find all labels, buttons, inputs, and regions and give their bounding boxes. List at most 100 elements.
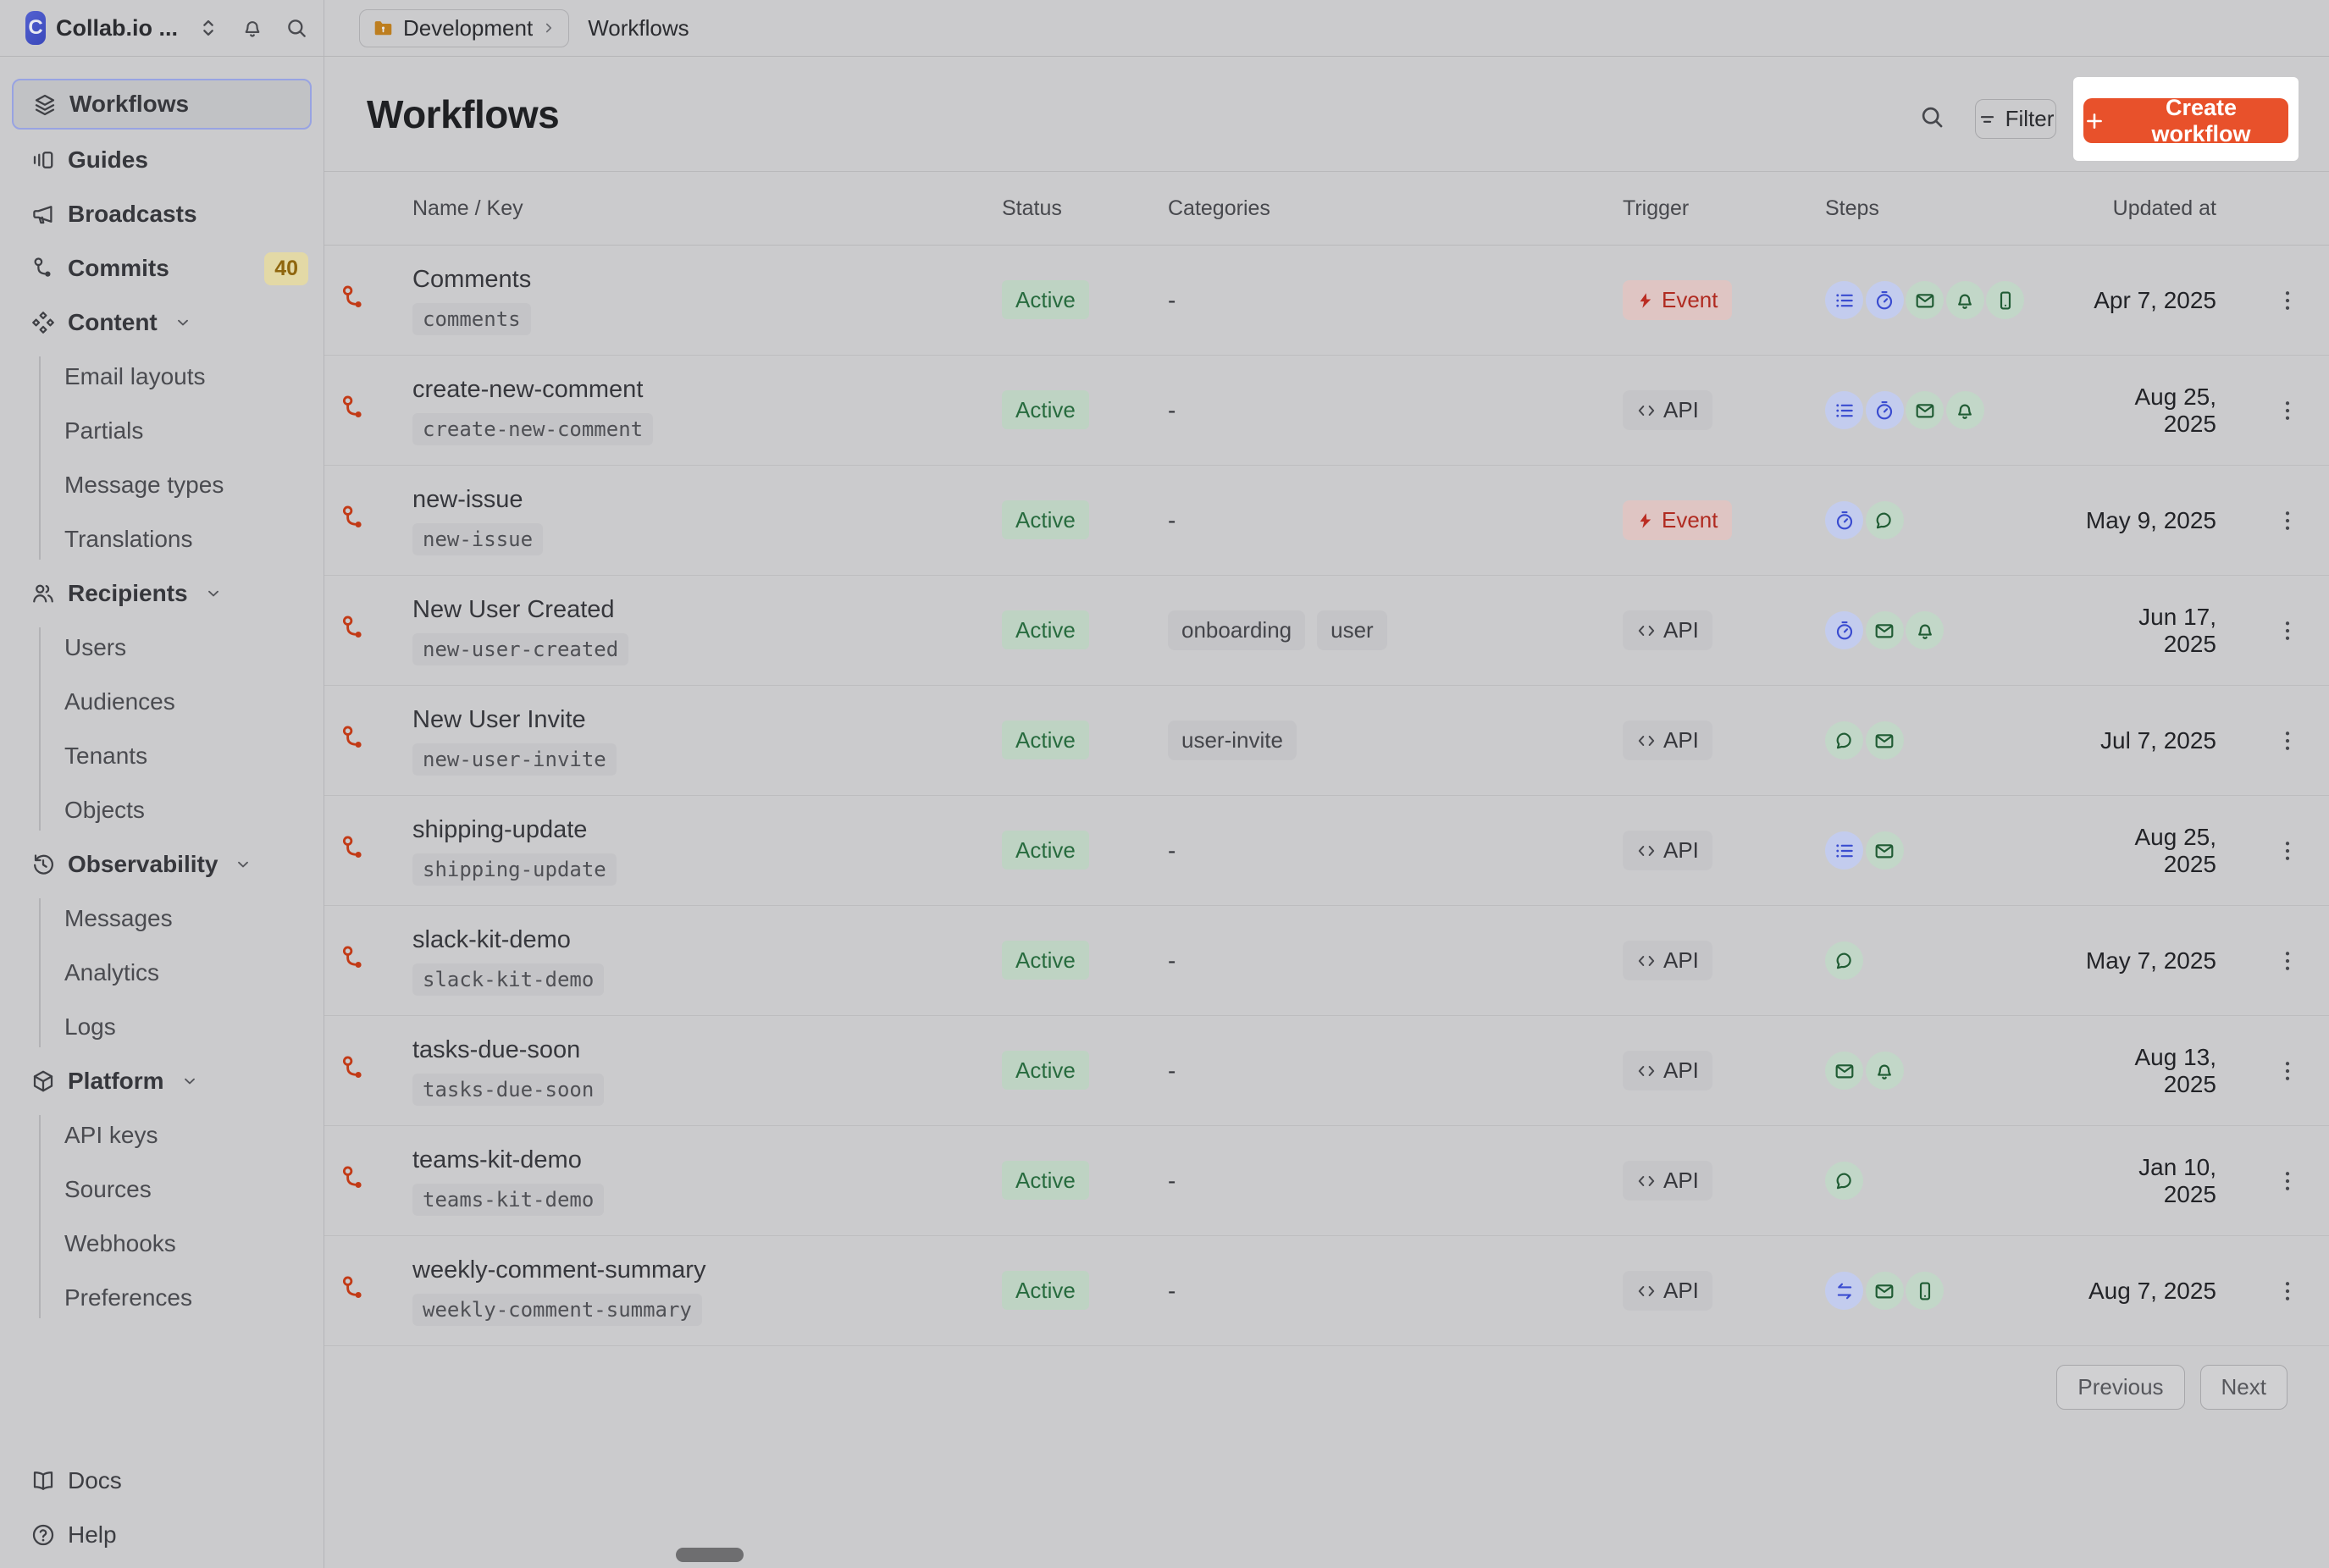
sidebar-item-users[interactable]: Users <box>0 621 324 675</box>
sidebar-item-help[interactable]: Help <box>0 1508 324 1562</box>
workflow-name: shipping-update <box>412 816 587 844</box>
sidebar-item-recipients[interactable]: Recipients <box>0 566 324 621</box>
sidebar-item-content[interactable]: Content <box>0 295 324 350</box>
row-menu-button[interactable] <box>2271 1273 2304 1310</box>
sidebar-item-observability[interactable]: Observability <box>0 837 324 892</box>
status-badge: Active <box>1002 941 1089 980</box>
sidebar-subgroup-recipients: UsersAudiencesTenantsObjects <box>0 621 324 837</box>
sidebar-item-docs[interactable]: Docs <box>0 1454 324 1508</box>
updated-at: Jun 17, 2025 <box>2084 604 2216 658</box>
sidebar-item-logs[interactable]: Logs <box>0 1000 324 1054</box>
code-icon <box>1636 841 1657 861</box>
sidebar-item-webhooks[interactable]: Webhooks <box>0 1217 324 1271</box>
email-icon <box>1873 620 1895 642</box>
create-workflow-button[interactable]: Create workflow <box>2083 98 2288 143</box>
workflow-row[interactable]: shipping-update shipping-update Active -… <box>324 796 2329 906</box>
workflow-key: shipping-update <box>412 853 617 886</box>
workflow-name: slack-kit-demo <box>412 926 571 954</box>
row-menu-button[interactable] <box>2271 722 2304 759</box>
workflow-row[interactable]: teams-kit-demo teams-kit-demo Active - A… <box>324 1126 2329 1236</box>
sidebar-item-api-keys[interactable]: API keys <box>0 1108 324 1162</box>
page-header: Workflows Filter Create workflow <box>324 57 2329 171</box>
workflow-row[interactable]: new-issue new-issue Active - Event May 9… <box>324 466 2329 576</box>
sidebar-item-partials[interactable]: Partials <box>0 404 324 458</box>
sidebar-item-workflows[interactable]: Workflows <box>12 79 312 130</box>
column-header-trigger: Trigger <box>1623 196 1825 221</box>
sidebar-item-audiences[interactable]: Audiences <box>0 675 324 729</box>
categories-cell: - <box>1168 397 1623 424</box>
breadcrumb-environment[interactable]: Development <box>359 9 569 47</box>
status-badge: Active <box>1002 831 1089 870</box>
search-icon[interactable] <box>285 16 308 40</box>
kebab-icon <box>2275 1168 2300 1194</box>
previous-button[interactable]: Previous <box>2056 1365 2184 1410</box>
next-button[interactable]: Next <box>2200 1365 2288 1410</box>
workflow-icon <box>339 944 368 973</box>
sidebar-item-platform[interactable]: Platform <box>0 1054 324 1108</box>
categories-empty: - <box>1168 1278 1176 1305</box>
row-menu-button[interactable] <box>2271 502 2304 539</box>
sidebar-item-label: Platform <box>68 1068 164 1095</box>
table-body: Comments comments Active - Event Apr 7, … <box>324 246 2329 1346</box>
workflow-icon <box>339 1274 368 1303</box>
trigger-badge-api: API <box>1623 610 1712 650</box>
workflow-row[interactable]: slack-kit-demo slack-kit-demo Active - A… <box>324 906 2329 1016</box>
step-delay <box>1825 501 1863 539</box>
sidebar-item-preferences[interactable]: Preferences <box>0 1271 324 1325</box>
sidebar-item-analytics[interactable]: Analytics <box>0 946 324 1000</box>
step-email <box>1866 1272 1904 1310</box>
updated-at: Aug 25, 2025 <box>2084 824 2216 878</box>
workflow-icon <box>339 614 368 643</box>
fetch-icon <box>1834 1280 1856 1302</box>
workflow-row[interactable]: New User Created new-user-created Active… <box>324 576 2329 686</box>
step-delay <box>1825 611 1863 649</box>
trigger-badge-api: API <box>1623 1271 1712 1311</box>
trigger-badge-event: Event <box>1623 500 1732 540</box>
sidebar-item-message-types[interactable]: Message types <box>0 458 324 512</box>
sidebar-item-tenants[interactable]: Tenants <box>0 729 324 783</box>
workflow-row[interactable]: weekly-comment-summary weekly-comment-su… <box>324 1236 2329 1346</box>
workflow-row[interactable]: New User Invite new-user-invite Active u… <box>324 686 2329 796</box>
chevron-down-icon <box>205 585 222 602</box>
status-badge: Active <box>1002 1271 1089 1310</box>
categories-empty: - <box>1168 947 1176 974</box>
workflow-row[interactable]: tasks-due-soon tasks-due-soon Active - A… <box>324 1016 2329 1126</box>
sidebar-item-email-layouts[interactable]: Email layouts <box>0 350 324 404</box>
steps-cell <box>1825 501 2084 539</box>
row-menu-button[interactable] <box>2271 392 2304 429</box>
row-menu-button[interactable] <box>2271 612 2304 649</box>
updated-at: Aug 25, 2025 <box>2084 384 2216 438</box>
sidebar-item-translations[interactable]: Translations <box>0 512 324 566</box>
sidebar-subgroup-platform: API keysSourcesWebhooksPreferences <box>0 1108 324 1325</box>
workspace-switcher[interactable]: C Collab.io ... <box>0 0 324 56</box>
code-icon <box>1636 1171 1657 1191</box>
sidebar-item-messages[interactable]: Messages <box>0 892 324 946</box>
bell-icon[interactable] <box>241 16 264 40</box>
sidebar-item-commits[interactable]: Commits 40 <box>0 241 324 295</box>
workflow-row[interactable]: create-new-comment create-new-comment Ac… <box>324 356 2329 466</box>
horizontal-scrollbar-thumb[interactable] <box>676 1548 744 1562</box>
sidebar-item-objects[interactable]: Objects <box>0 783 324 837</box>
step-in-app <box>1866 1052 1904 1090</box>
kebab-icon <box>2275 728 2300 754</box>
row-menu-button[interactable] <box>2271 1052 2304 1090</box>
row-menu-button[interactable] <box>2271 832 2304 870</box>
sidebar-item-sources[interactable]: Sources <box>0 1162 324 1217</box>
workspace-name: Collab.io ... <box>56 15 178 41</box>
status-badge: Active <box>1002 610 1089 649</box>
workflow-row[interactable]: Comments comments Active - Event Apr 7, … <box>324 246 2329 356</box>
chevron-updown-icon[interactable] <box>196 16 220 40</box>
row-menu-button[interactable] <box>2271 282 2304 319</box>
categories-cell: - <box>1168 947 1623 974</box>
sidebar-item-guides[interactable]: Guides <box>0 133 324 187</box>
filter-button[interactable]: Filter <box>1975 99 2056 139</box>
step-in-app <box>1946 391 1984 429</box>
batch-icon <box>1834 840 1856 862</box>
row-menu-button[interactable] <box>2271 942 2304 980</box>
sidebar-item-label: Docs <box>68 1467 122 1494</box>
row-menu-button[interactable] <box>2271 1162 2304 1200</box>
search-workflows-button[interactable] <box>1918 103 1945 130</box>
steps-cell <box>1825 941 2084 980</box>
sidebar-item-broadcasts[interactable]: Broadcasts <box>0 187 324 241</box>
categories-cell: - <box>1168 287 1623 314</box>
